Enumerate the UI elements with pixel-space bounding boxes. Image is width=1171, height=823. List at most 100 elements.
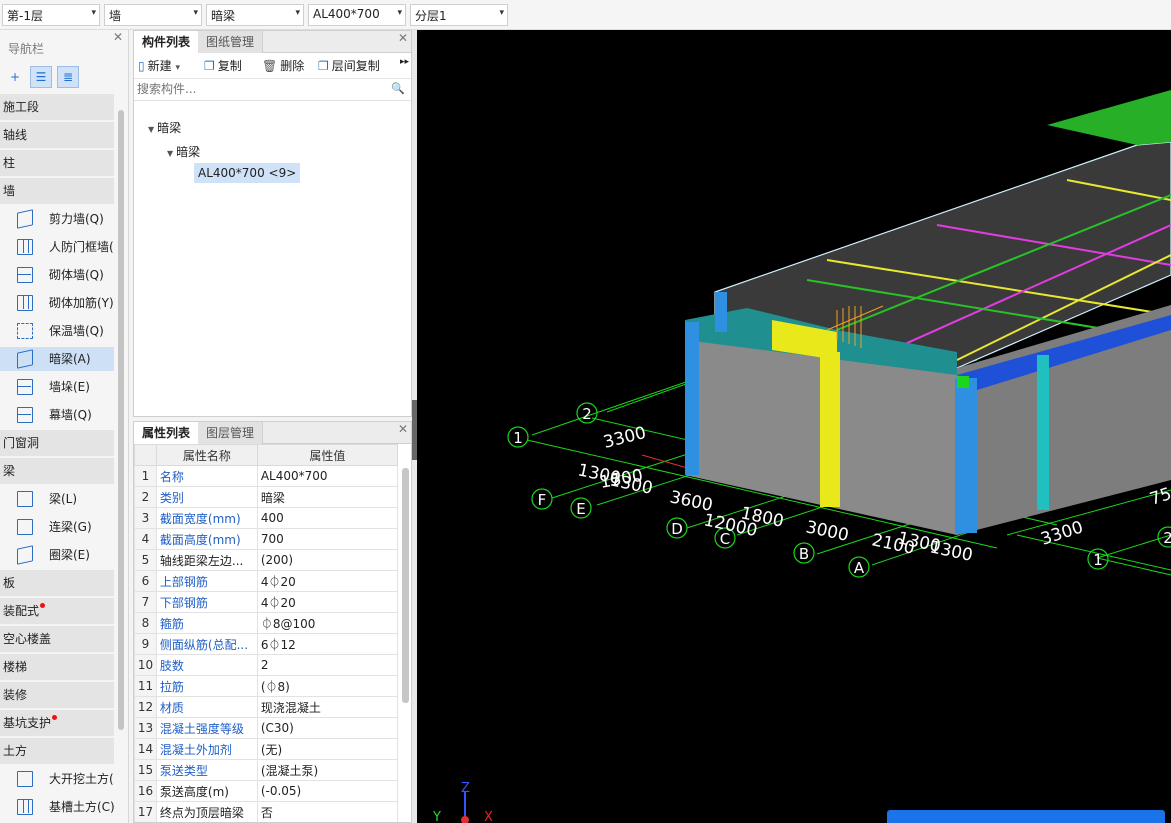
nav-item-trench-earthwork[interactable]: 基槽土方(C) xyxy=(0,795,114,819)
property-value[interactable]: 否 xyxy=(256,801,399,822)
close-icon[interactable]: ✕ xyxy=(113,30,123,44)
property-value[interactable]: (无) xyxy=(256,738,399,760)
new-button[interactable]: ▯ 新建 ▾ xyxy=(138,57,180,74)
category-select[interactable]: 墙 ▾ xyxy=(104,4,202,26)
tab-property-list[interactable]: 属性列表 xyxy=(134,422,200,444)
nav-item-beam[interactable]: 梁(L) xyxy=(0,487,114,511)
property-row[interactable]: 13 混凝土强度等级 (C30) xyxy=(134,717,399,739)
nav-item-curtain-wall[interactable]: 幕墙(Q) xyxy=(0,403,114,427)
close-icon[interactable]: ✕ xyxy=(398,422,408,436)
nav-category[interactable]: 板 xyxy=(0,570,114,596)
property-value[interactable]: 400 xyxy=(256,507,399,529)
property-value[interactable]: 700 xyxy=(256,528,399,550)
delete-button[interactable]: 🗑 删除 xyxy=(262,57,304,74)
property-value[interactable]: ⏀8@100 xyxy=(256,612,399,634)
masonry-rebar-icon xyxy=(17,295,33,311)
component-tabs: 构件列表 图纸管理 ✕ xyxy=(134,31,411,53)
property-scrollbar[interactable] xyxy=(402,468,409,703)
tab-layer-management[interactable]: 图层管理 xyxy=(198,422,264,444)
copy-between-floors-button[interactable]: ❐ 层间复制 xyxy=(318,57,380,74)
nav-item-wall-pier[interactable]: 墙垛(E) xyxy=(0,375,114,399)
nav-category[interactable]: 土方 xyxy=(0,738,114,764)
nav-category[interactable]: 梁 xyxy=(0,458,114,484)
nav-category[interactable]: 门窗洞 xyxy=(0,430,114,456)
property-name: 侧面纵筋(总配... xyxy=(155,633,258,655)
property-value[interactable]: 暗梁 xyxy=(256,486,399,508)
nav-category[interactable]: 轴线 xyxy=(0,122,114,148)
property-row[interactable]: 1 名称 AL400*700 xyxy=(134,465,399,487)
property-row[interactable]: 14 混凝土外加剂 (无) xyxy=(134,738,399,760)
nav-item-masonry-rebar[interactable]: 砌体加筋(Y) xyxy=(0,291,114,315)
property-row[interactable]: 5 轴线距梁左边... (200) xyxy=(134,549,399,571)
property-value[interactable]: (-0.05) xyxy=(256,780,399,802)
tab-component-list[interactable]: 构件列表 xyxy=(134,31,200,53)
property-row[interactable]: 4 截面高度(mm) 700 xyxy=(134,528,399,550)
search-icon[interactable]: 🔍 xyxy=(391,82,405,95)
row-number: 2 xyxy=(134,486,157,508)
type-select[interactable]: 暗梁 ▾ xyxy=(206,4,304,26)
property-row[interactable]: 2 类别 暗梁 xyxy=(134,486,399,508)
tree-view-icon[interactable]: ☰ xyxy=(30,66,52,88)
nav-item-insulation-wall[interactable]: 保温墙(Q) xyxy=(0,319,114,343)
property-row[interactable]: 3 截面宽度(mm) 400 xyxy=(134,507,399,529)
tab-drawing-management[interactable]: 图纸管理 xyxy=(198,31,264,53)
nav-category[interactable]: 空心楼盖 xyxy=(0,626,114,652)
property-value[interactable]: 2 xyxy=(256,654,399,676)
nav-item-masonry-wall[interactable]: 砌体墙(Q) xyxy=(0,263,114,287)
add-icon[interactable]: + xyxy=(4,66,26,88)
property-value[interactable]: 6⏀12 xyxy=(256,633,399,655)
property-row[interactable]: 6 上部钢筋 4⏀20 xyxy=(134,570,399,592)
property-value[interactable]: 现浇混凝土 xyxy=(256,696,399,718)
component-select[interactable]: AL400*700 ▾ xyxy=(308,4,406,26)
nav-category[interactable]: 装修 xyxy=(0,682,114,708)
property-value[interactable]: (C30) xyxy=(256,717,399,739)
property-row[interactable]: 9 侧面纵筋(总配... 6⏀12 xyxy=(134,633,399,655)
nav-item-civil-defense-wall[interactable]: 人防门框墙( xyxy=(0,235,114,259)
viewport-label: F xyxy=(538,491,547,509)
property-row[interactable]: 16 泵送高度(m) (-0.05) xyxy=(134,780,399,802)
property-name: 名称 xyxy=(155,465,258,487)
3d-viewport[interactable]: 1 2 F E D C B A 1 2 3300 1300 1300 1500 … xyxy=(417,30,1171,823)
property-value[interactable]: (⏀8) xyxy=(256,675,399,697)
floor-select[interactable]: 第-1层 ▾ xyxy=(2,4,100,26)
nav-item-shear-wall[interactable]: 剪力墙(Q) xyxy=(0,207,114,231)
nav-category[interactable]: 柱 xyxy=(0,150,114,176)
nav-category[interactable]: 基坑支护 xyxy=(0,710,114,736)
expand-icon: ▼ xyxy=(148,125,155,134)
property-row[interactable]: 8 箍筋 ⏀8@100 xyxy=(134,612,399,634)
property-row[interactable]: 10 肢数 2 xyxy=(134,654,399,676)
property-value[interactable]: 4⏀20 xyxy=(256,570,399,592)
property-row[interactable]: 7 下部钢筋 4⏀20 xyxy=(134,591,399,613)
nav-item-open-excavation[interactable]: 大开挖土方( xyxy=(0,767,114,791)
property-row[interactable]: 12 材质 现浇混凝土 xyxy=(134,696,399,718)
nav-scrollbar[interactable] xyxy=(118,110,124,730)
nav-category[interactable]: 楼梯 xyxy=(0,654,114,680)
tree-leaf-selected[interactable]: AL400*700 <9> xyxy=(194,163,301,183)
property-row[interactable]: 17 终点为顶层暗梁否 xyxy=(134,801,399,822)
property-row[interactable]: 15 泵送类型 (混凝土泵) xyxy=(134,759,399,781)
copy-button[interactable]: ❐ 复制 xyxy=(204,57,242,74)
property-value[interactable]: AL400*700 xyxy=(256,465,399,487)
viewport-label: A xyxy=(854,559,865,577)
nav-item-hidden-beam[interactable]: 暗梁(A) xyxy=(0,347,114,371)
tree-node-root[interactable]: ▼ 暗梁 xyxy=(148,119,181,136)
property-value[interactable]: (混凝土泵) xyxy=(256,759,399,781)
list-view-icon[interactable]: ≣ xyxy=(57,66,79,88)
layer-select[interactable]: 分层1 ▾ xyxy=(410,4,508,26)
nav-item-coupling-beam[interactable]: 连梁(G) xyxy=(0,515,114,539)
component-search-input[interactable] xyxy=(134,79,374,99)
nav-category[interactable]: 墙 xyxy=(0,178,114,204)
nav-category[interactable]: 装配式 xyxy=(0,598,114,624)
more-icon[interactable]: ▸▸ xyxy=(400,57,409,67)
nav-item-ring-beam[interactable]: 圈梁(E) xyxy=(0,543,114,567)
property-value[interactable]: (200) xyxy=(256,549,399,571)
property-value[interactable]: 4⏀20 xyxy=(256,591,399,613)
viewport-label: 2 xyxy=(582,405,592,423)
close-icon[interactable]: ✕ xyxy=(398,31,408,45)
tree-node-child[interactable]: ▼ 暗梁 xyxy=(167,143,200,160)
nav-category[interactable]: 施工段 xyxy=(0,94,114,120)
hint-banner[interactable] xyxy=(887,810,1165,823)
property-row[interactable]: 11 拉筋 (⏀8) xyxy=(134,675,399,697)
col-number xyxy=(134,444,157,466)
row-number: 7 xyxy=(134,591,157,613)
